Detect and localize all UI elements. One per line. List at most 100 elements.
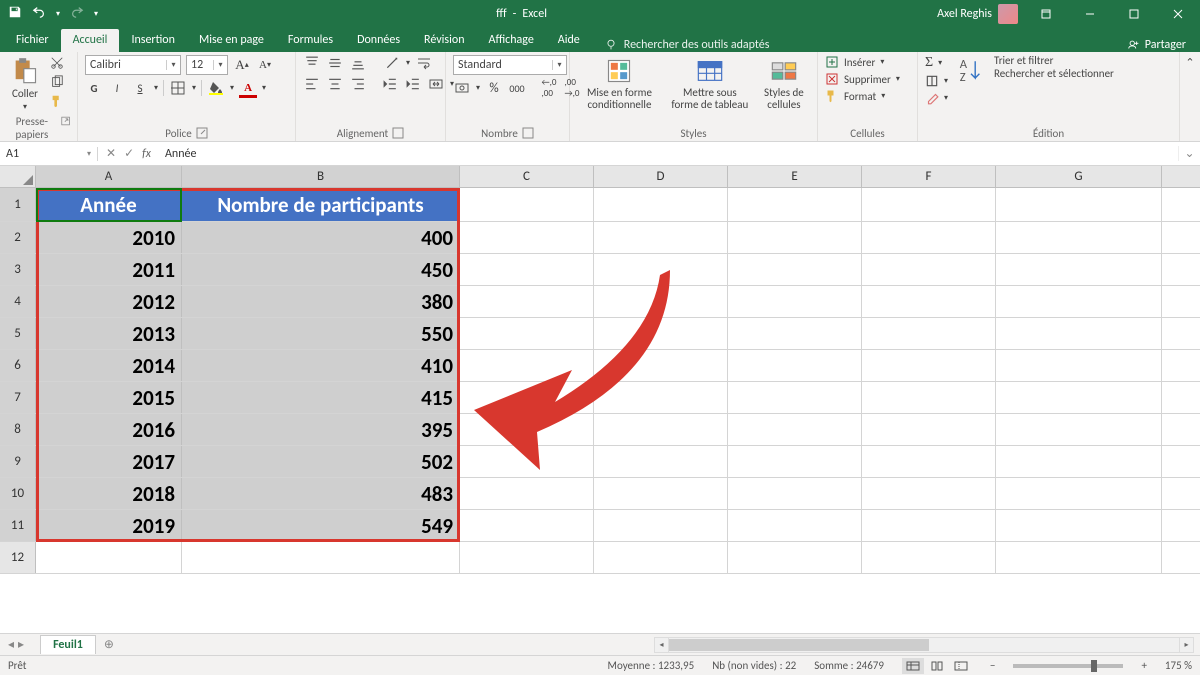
accounting-format-icon[interactable] xyxy=(453,80,471,96)
clear-button[interactable]: ▾ xyxy=(925,91,948,105)
cell-C10[interactable] xyxy=(460,478,594,509)
cell-C8[interactable] xyxy=(460,414,594,445)
account-area[interactable]: Axel Reghis xyxy=(937,4,1024,24)
sort-filter-button[interactable]: AZ xyxy=(953,55,989,87)
cell-C1[interactable] xyxy=(460,188,594,221)
cell-D8[interactable] xyxy=(594,414,728,445)
cell-B6[interactable]: 410 xyxy=(182,350,460,381)
zoom-in-button[interactable]: + xyxy=(1141,659,1146,672)
cell-B12[interactable] xyxy=(182,542,460,573)
row-header[interactable]: 10 xyxy=(0,478,36,509)
cell-G6[interactable] xyxy=(996,350,1162,381)
close-button[interactable] xyxy=(1156,0,1200,28)
launcher-icon[interactable] xyxy=(61,115,70,127)
cell-C6[interactable] xyxy=(460,350,594,381)
sheet-nav-first-icon[interactable]: ◂ xyxy=(8,637,14,652)
row-header[interactable]: 5 xyxy=(0,318,36,349)
worksheet[interactable]: ABCDEFG 1AnnéeNombre de participants2201… xyxy=(0,166,1200,633)
format-painter-icon[interactable] xyxy=(48,93,66,109)
cell-F11[interactable] xyxy=(862,510,996,541)
increase-indent-icon[interactable] xyxy=(404,76,422,92)
cell-A4[interactable]: 2012 xyxy=(36,286,182,317)
enter-formula-icon[interactable]: ✓ xyxy=(124,146,134,161)
row-header[interactable]: 7 xyxy=(0,382,36,413)
cell-F6[interactable] xyxy=(862,350,996,381)
cell-C4[interactable] xyxy=(460,286,594,317)
cell-E9[interactable] xyxy=(728,446,862,477)
cell-B8[interactable]: 395 xyxy=(182,414,460,445)
italic-button[interactable]: I xyxy=(108,80,126,96)
page-layout-view-icon[interactable] xyxy=(926,658,948,674)
font-size-select[interactable]: 12▾ xyxy=(186,55,228,75)
format-cells-button[interactable]: Format▾ xyxy=(825,89,885,103)
cell-F3[interactable] xyxy=(862,254,996,285)
cell-D4[interactable] xyxy=(594,286,728,317)
cell-A11[interactable]: 2019 xyxy=(36,510,182,541)
cell-B5[interactable]: 550 xyxy=(182,318,460,349)
cell-F9[interactable] xyxy=(862,446,996,477)
cell-E4[interactable] xyxy=(728,286,862,317)
name-box[interactable]: A1▾ xyxy=(0,147,98,161)
align-center-icon[interactable] xyxy=(326,76,344,92)
orientation-icon[interactable] xyxy=(383,55,401,71)
border-icon[interactable] xyxy=(169,80,187,96)
cell-C7[interactable] xyxy=(460,382,594,413)
cell-G11[interactable] xyxy=(996,510,1162,541)
zoom-level[interactable]: 175 % xyxy=(1165,659,1192,672)
cell-D5[interactable] xyxy=(594,318,728,349)
cell-E2[interactable] xyxy=(728,222,862,253)
cell-D3[interactable] xyxy=(594,254,728,285)
insert-cells-button[interactable]: Insérer▾ xyxy=(825,55,884,69)
cell-G2[interactable] xyxy=(996,222,1162,253)
find-select-label[interactable]: Rechercher et sélectionner xyxy=(994,68,1114,81)
row-header[interactable]: 12 xyxy=(0,542,36,573)
row-header[interactable]: 6 xyxy=(0,350,36,381)
cell-B9[interactable]: 502 xyxy=(182,446,460,477)
cell-G10[interactable] xyxy=(996,478,1162,509)
fill-color-icon[interactable] xyxy=(207,80,225,96)
cell-B7[interactable]: 415 xyxy=(182,382,460,413)
cell-D6[interactable] xyxy=(594,350,728,381)
share-button[interactable]: Partager xyxy=(1127,38,1186,52)
row-header[interactable]: 2 xyxy=(0,222,36,253)
sheet-nav-last-icon[interactable]: ▸ xyxy=(18,637,24,652)
cell-B4[interactable]: 380 xyxy=(182,286,460,317)
undo-dropdown-icon[interactable]: ▾ xyxy=(56,9,60,19)
row-header[interactable]: 4 xyxy=(0,286,36,317)
launcher-icon[interactable] xyxy=(522,127,534,139)
cell-C3[interactable] xyxy=(460,254,594,285)
cell-F2[interactable] xyxy=(862,222,996,253)
normal-view-icon[interactable] xyxy=(902,658,924,674)
select-all-corner[interactable] xyxy=(0,166,36,187)
cell-B2[interactable]: 400 xyxy=(182,222,460,253)
cell-F1[interactable] xyxy=(862,188,996,221)
page-break-view-icon[interactable] xyxy=(950,658,972,674)
row-header[interactable]: 1 xyxy=(0,188,36,221)
tab-file[interactable]: Fichier xyxy=(4,29,61,52)
fx-icon[interactable]: fx xyxy=(142,147,159,161)
font-color-icon[interactable]: A xyxy=(239,80,257,96)
align-top-icon[interactable] xyxy=(303,55,321,71)
cut-icon[interactable] xyxy=(48,55,66,71)
redo-icon[interactable] xyxy=(70,5,84,23)
decrease-indent-icon[interactable] xyxy=(381,76,399,92)
cell-F8[interactable] xyxy=(862,414,996,445)
thousands-icon[interactable]: 000 xyxy=(508,80,526,96)
expand-formula-bar-icon[interactable]: ⌄ xyxy=(1178,146,1200,161)
cell-E6[interactable] xyxy=(728,350,862,381)
cell-G8[interactable] xyxy=(996,414,1162,445)
cell-F7[interactable] xyxy=(862,382,996,413)
formula-input[interactable]: Année xyxy=(159,147,1178,161)
tab-insert[interactable]: Insertion xyxy=(119,29,187,52)
tab-formulas[interactable]: Formules xyxy=(276,29,345,52)
cell-A3[interactable]: 2011 xyxy=(36,254,182,285)
cell-F5[interactable] xyxy=(862,318,996,349)
undo-icon[interactable] xyxy=(32,5,46,23)
copy-icon[interactable] xyxy=(48,74,66,90)
increase-decimal-icon[interactable]: ←,0,00 xyxy=(540,80,558,96)
cell-C2[interactable] xyxy=(460,222,594,253)
cell-E3[interactable] xyxy=(728,254,862,285)
cell-D9[interactable] xyxy=(594,446,728,477)
merge-icon[interactable] xyxy=(427,76,445,92)
align-right-icon[interactable] xyxy=(349,76,367,92)
